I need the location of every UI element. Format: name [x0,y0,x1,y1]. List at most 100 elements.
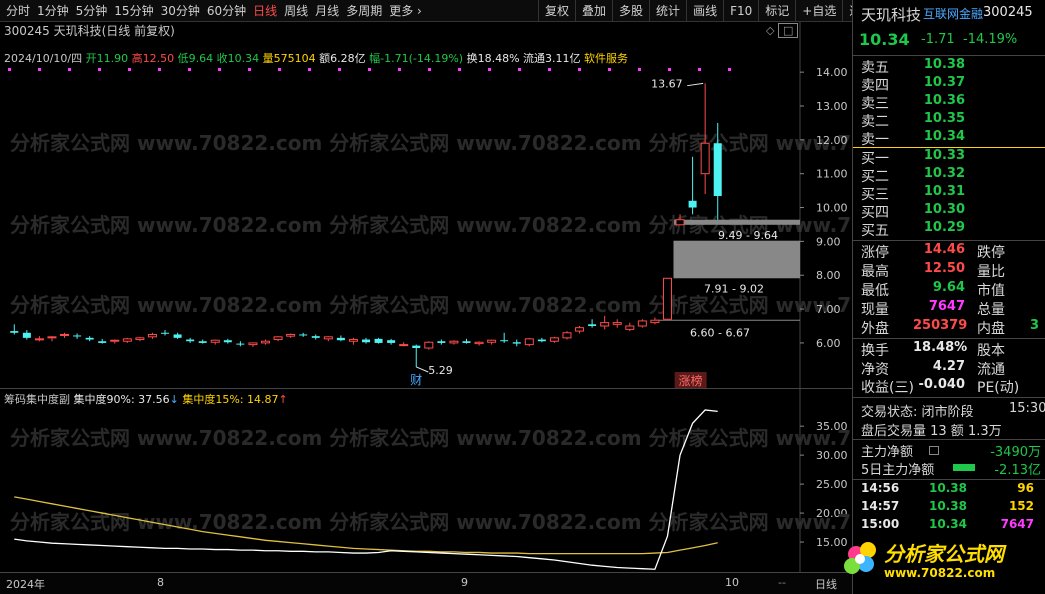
gap-box [673,240,800,279]
ask-row-0[interactable]: 卖五 10.38 [853,57,1045,76]
tool-button-3[interactable]: 统计 [649,0,686,22]
candle-body [588,324,597,326]
badge-url: www.70822.com [884,566,996,580]
candle-body [524,338,534,346]
stock-header: 天玑科技 互联网金融 300245 [853,4,1045,26]
bid-row-3[interactable]: 买四 10.30 [853,202,1045,221]
candle-body [10,331,19,333]
signal-dot [68,68,71,71]
signal-dot [338,68,341,71]
candle-body [85,337,94,340]
order-book-price: 10.37 [923,75,965,90]
signal-dot [38,68,41,71]
candle-body [161,332,170,334]
ask-row-4[interactable]: 卖一 10.34 [853,129,1045,148]
fin-report-tag: 财 [410,373,422,387]
info-icon[interactable] [929,446,939,455]
candle-body [122,338,132,342]
ask-row-1[interactable]: 卖四 10.37 [853,75,1045,94]
tool-button-6[interactable]: 标记 [758,0,795,22]
period-tab-1[interactable]: 1分钟 [37,2,69,19]
main-net-value: -3490万 [990,445,1041,460]
order-book-price: 10.30 [923,202,965,217]
candle-body [500,340,509,342]
candle-body [512,342,521,344]
candle-body [625,325,635,330]
period-tab-5[interactable]: 60分钟 [207,2,246,19]
order-book-price: 10.35 [923,111,965,126]
tool-button-2[interactable]: 多股 [612,0,649,22]
bid-row-1[interactable]: 买二 10.32 [853,166,1045,185]
tick-price: 10.38 [929,481,967,495]
last-price: 10.34 [859,30,910,49]
candle-body [47,336,57,339]
order-book-label: 卖二 [861,114,889,130]
period-tab-6[interactable]: 日线 [253,2,277,19]
period-tab-7[interactable]: 周线 [284,2,308,19]
order-book-price: 10.32 [923,166,965,181]
tool-button-4[interactable]: 画线 [686,0,723,22]
signal-dot [308,68,311,71]
signal-dot [98,68,101,71]
period-tab-2[interactable]: 5分钟 [76,2,108,19]
candlestick-chart[interactable]: 300245 天玑科技(日线 前复权) ◇ □ 2024/10/10/四 开11… [0,22,852,388]
tool-buttons: 复权叠加多股统计画线F10标记+自选返回 [538,0,879,22]
signal-dot [278,68,281,71]
tool-button-1[interactable]: 叠加 [575,0,612,22]
period-tab-0[interactable]: 分时 [6,2,30,19]
candle-body [147,333,157,338]
period-tab-3[interactable]: 15分钟 [114,2,153,19]
candle-body [210,339,220,343]
candle-body [487,339,497,343]
signal-dot [218,68,221,71]
candle-body [348,339,358,342]
turnover-rate-value: 18.48% [913,340,968,355]
eps-value: -0.040 [918,377,965,392]
bid-row-2[interactable]: 买三 10.31 [853,184,1045,203]
candle-body [562,332,572,339]
signal-dot [458,68,461,71]
time-label-aug: 8 [157,576,164,589]
candle-body [650,319,660,324]
period-tab-9[interactable]: 多周期 [346,2,382,19]
bid-row-4[interactable]: 买五 10.29 [853,220,1045,239]
candle-body [186,339,195,342]
current-volume-value: 7647 [928,299,965,314]
order-book-price: 10.38 [923,57,965,72]
price-tick-label: 9.00 [816,235,841,248]
period-tab-4[interactable]: 30分钟 [161,2,200,19]
high-marker-arrow [687,82,704,87]
candle-body [387,340,396,343]
stock-name: 天玑科技 [861,6,922,24]
candle-body [399,344,409,347]
gap-box [674,219,800,225]
tool-button-7[interactable]: +自选 [795,0,842,22]
candle-body [236,343,245,345]
order-book-price: 10.31 [923,184,965,199]
signal-dot [128,68,131,71]
candle-body [248,342,258,346]
price-tick-label: 6.00 [816,337,841,350]
ask-row-3[interactable]: 卖二 10.35 [853,111,1045,130]
tool-button-5[interactable]: F10 [723,0,758,22]
period-tab-10[interactable]: 更多 › [389,2,422,19]
candle-body [449,340,459,344]
bid-row-0[interactable]: 买一 10.33 [853,148,1045,167]
tool-button-0[interactable]: 复权 [538,0,575,22]
candle-body [135,337,145,341]
candle-body [98,341,107,343]
price-change: -1.71 [921,32,955,47]
candle-body [34,338,44,341]
limit-tag-label: 涨榜 [679,373,703,388]
chip-concentration-indicator[interactable]: 筹码集中度副 集中度90%: 37.56↓ 集中度15%: 14.87↑ 35.… [0,388,852,573]
candle-body [675,219,685,226]
candle-body [173,334,182,338]
zoom-control[interactable]: -- [778,576,786,589]
ask-row-2[interactable]: 卖三 10.36 [853,93,1045,112]
order-book-label: 买三 [861,187,889,203]
order-book-label: 买四 [861,205,889,221]
signal-dot [158,68,161,71]
time-axis: 2024年 8 9 10 -- 日线 [0,572,852,594]
net-asset-value: 4.27 [932,359,965,374]
period-tab-8[interactable]: 月线 [315,2,339,19]
